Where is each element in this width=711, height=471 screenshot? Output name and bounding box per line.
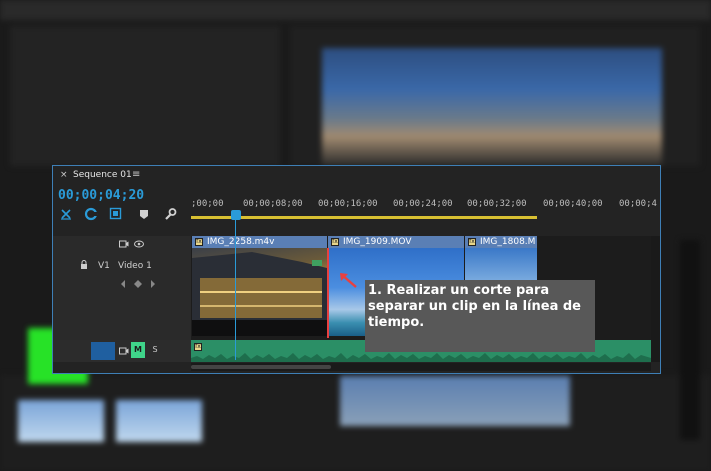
work-area-bar[interactable] — [191, 216, 537, 219]
timeline-panel: × Sequence 01 ≡ 00;00;04;20 ;00;00 00;00… — [52, 165, 661, 374]
track-name: Video 1 — [118, 261, 152, 271]
video-clip[interactable]: fx IMG_2258.m4v — [192, 236, 327, 336]
ruler-label: ;00;00 — [191, 199, 224, 209]
add-marker-icon[interactable] — [109, 207, 123, 221]
building-thumbnail-image — [192, 252, 327, 336]
ruler-label: 00;00;08;00 — [243, 199, 303, 209]
clip-header: fx IMG_2258.m4v — [192, 236, 327, 248]
camera-icon[interactable] — [119, 347, 129, 355]
close-tab-icon[interactable]: × — [60, 170, 68, 180]
fx-badge-icon: fx — [194, 343, 202, 351]
solo-button[interactable]: S — [149, 342, 161, 358]
audio-meter — [680, 240, 700, 440]
playhead-line[interactable] — [235, 220, 236, 360]
snap-icon[interactable] — [59, 207, 73, 221]
track-target[interactable]: V1 — [98, 261, 110, 271]
ruler-label: 00;00;4 — [619, 199, 657, 209]
eye-icon[interactable] — [134, 240, 144, 248]
clip-header: fx IMG_1808.M — [465, 236, 537, 248]
fx-badge-icon: fx — [331, 238, 339, 246]
source-panel — [10, 26, 280, 166]
workspace-bar — [0, 0, 711, 20]
clip-name: IMG_1808.M — [480, 237, 536, 247]
ruler-label: 00;00;24;00 — [393, 199, 453, 209]
fx-badge-icon: fx — [195, 238, 203, 246]
instruction-callout: 1. Realizar un corte para separar un cli… — [365, 280, 595, 352]
playhead-handle[interactable] — [231, 210, 241, 220]
clip-name: IMG_1909.MOV — [343, 237, 412, 247]
project-thumbnail — [116, 400, 202, 442]
cut-indicator — [327, 248, 329, 338]
mute-button[interactable]: M — [131, 342, 145, 358]
ruler-label: 00;00;32;00 — [467, 199, 527, 209]
audio-track-target[interactable] — [91, 342, 115, 360]
linked-selection-icon[interactable] — [84, 207, 98, 221]
clip-header: fx IMG_1909.MOV — [328, 236, 464, 248]
lock-icon[interactable] — [80, 260, 88, 270]
vertical-scrollbar[interactable] — [651, 236, 660, 362]
scroll-thumb[interactable] — [191, 365, 331, 369]
timeline-tab[interactable]: × Sequence 01 ≡ — [53, 166, 660, 186]
video-track-header: V1 Video 1 — [53, 236, 191, 340]
ruler-label: 00;00;16;00 — [318, 199, 378, 209]
marker-icon[interactable] — [137, 207, 151, 221]
sequence-title[interactable]: Sequence 01 — [73, 170, 132, 180]
clip-name: IMG_2258.m4v — [207, 237, 275, 247]
ruler-label: 00;00;40;00 — [543, 199, 603, 209]
wrench-icon[interactable] — [163, 207, 177, 221]
panel-menu-icon[interactable]: ≡ — [132, 169, 140, 180]
camera-icon[interactable] — [119, 240, 129, 248]
horizontal-scrollbar[interactable] — [191, 363, 651, 371]
fx-badge-icon: fx — [468, 238, 476, 246]
program-video-frame — [322, 48, 662, 166]
project-thumbnail — [18, 400, 104, 442]
playhead-timecode[interactable]: 00;00;04;20 — [58, 188, 144, 203]
clip-thumbnail — [192, 248, 327, 336]
keyframe-nav-icon[interactable] — [120, 279, 156, 289]
project-thumbnail — [340, 376, 570, 426]
red-arrow-icon — [340, 273, 357, 288]
